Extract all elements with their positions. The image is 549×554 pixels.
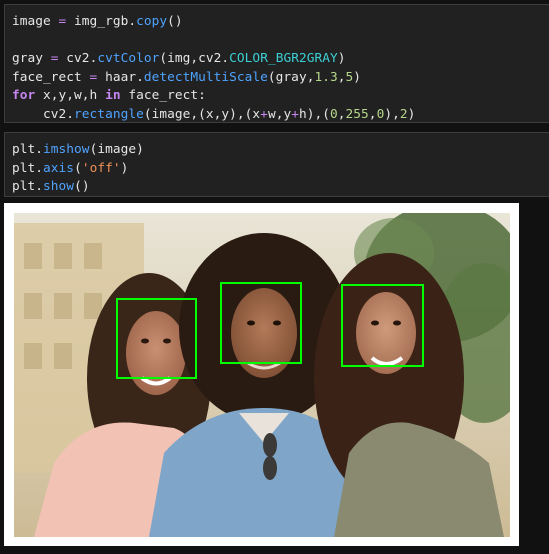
code-token: plt. [12,179,44,194]
code-token: face_rect: [120,88,206,103]
code-line[interactable]: image = img_rgb.copy() [12,13,543,32]
code-token: w,y [267,106,292,122]
code-token: (gray, [267,69,315,85]
code-token: + [291,106,299,122]
code-token: 255 [345,106,369,122]
code-line[interactable]: gray = cv2.cvtColor(img,cv2.COLOR_BGR2GR… [12,50,543,69]
code-line[interactable]: plt.show() [12,178,543,197]
code-token: , [337,106,346,122]
code-token: cv2. [12,106,75,122]
code-token: copy [136,14,168,29]
code-token: 1.3 [314,69,338,85]
code-token: (image) [89,142,144,157]
code-line[interactable] [12,32,543,51]
code-token: rectangle [74,106,144,122]
code-token: (img,cv2. [159,51,230,66]
code-token: 'off' [81,160,121,176]
code-token: show [43,179,75,194]
code-token: 0 [330,106,338,122]
detected-faces-photo [14,213,510,537]
code-line[interactable]: plt.axis('off') [12,160,543,179]
code-token: face_rect [12,69,90,85]
code-token: gray [12,51,51,66]
code-token: (image,(x,y),(x [143,106,261,122]
code-token: COLOR_BGR2GRAY [229,51,338,66]
cell-output [4,203,519,546]
code-token: ( [74,160,82,176]
code-token: () [74,179,90,194]
code-token: x,y,w,h [35,88,106,103]
code-token: img_rgb. [66,14,137,29]
code-cell-1[interactable]: image = img_rgb.copy() gray = cv2.cvtCol… [4,4,549,123]
code-token: ) [337,51,346,66]
code-token: detectMultiScale [143,69,268,85]
code-line[interactable]: face_rect = haar.detectMultiScale(gray,1… [12,69,543,88]
code-token: , [368,106,377,122]
code-line[interactable]: cv2.rectangle(image,(x,y),(x+w,y+h),(0,2… [12,106,543,125]
code-token: = [50,51,59,66]
code-token: axis [43,160,75,176]
code-token: haar. [97,69,144,85]
code-token: h),( [298,106,330,122]
code-line[interactable]: for x,y,w,h in face_rect: [12,87,543,106]
code-token: ) [407,106,416,122]
code-token: image [12,14,59,29]
code-token: + [260,106,268,122]
code-token: cvtColor [97,51,160,66]
code-token: imshow [43,142,90,157]
code-token: 2 [399,106,408,122]
code-token: cv2. [58,51,98,66]
code-token: ) [120,160,129,176]
code-token: ), [384,106,400,122]
code-cell-2[interactable]: plt.imshow(image) plt.axis('off') plt.show… [4,132,549,197]
code-token: plt. [12,160,44,176]
code-token: for [12,88,36,103]
code-line[interactable]: plt.imshow(image) [12,141,543,160]
code-token: in [105,88,121,103]
code-token: plt. [12,142,44,157]
code-token: ) [353,69,362,85]
code-token: () [167,14,183,29]
